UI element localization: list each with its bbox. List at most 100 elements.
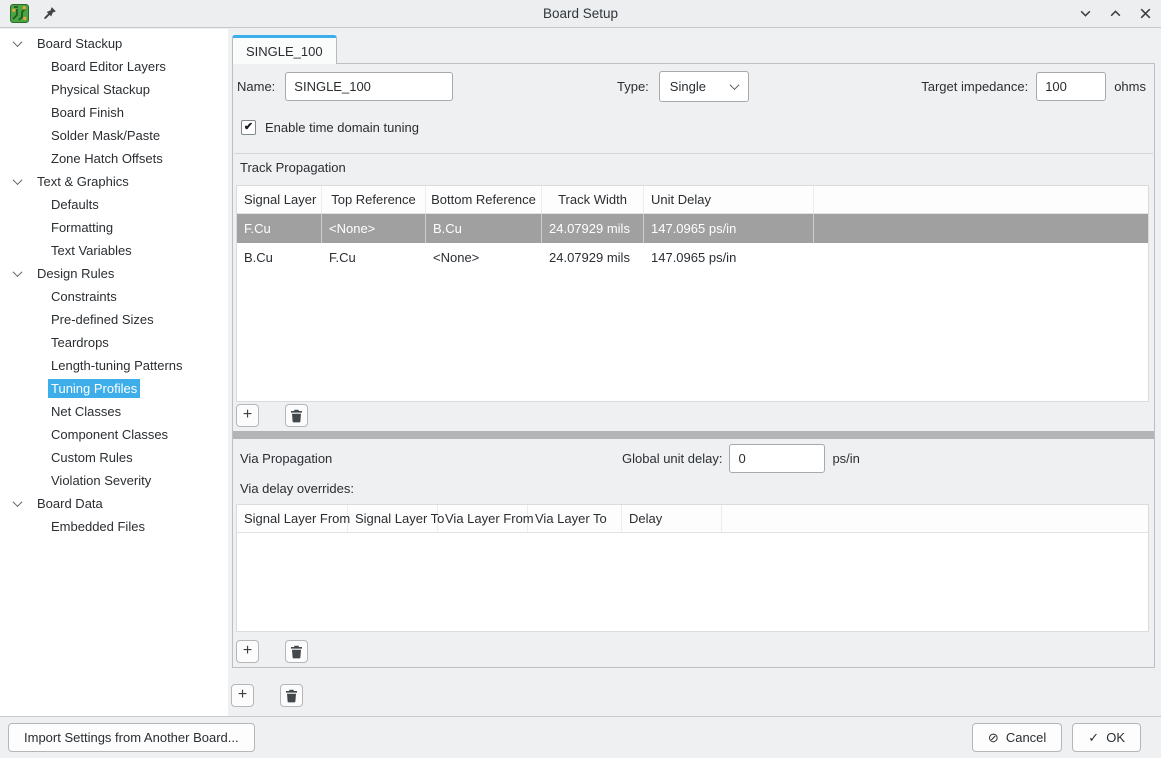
track-table-header: Signal LayerTop ReferenceBottom Referenc… — [237, 186, 1148, 214]
cancel-button[interactable]: ⊘ Cancel — [972, 723, 1062, 752]
sidebar-item-teardrops[interactable]: Teardrops — [0, 331, 228, 354]
tuning-profile-panel: Name: Type: Single Target impedance: ohm… — [232, 63, 1155, 668]
via-overrides-table: Signal Layer FromSignal Layer To Via Laye… — [236, 504, 1149, 632]
sidebar-item-solder-mask-paste[interactable]: Solder Mask/Paste — [0, 124, 228, 147]
column-header: Track Width — [542, 186, 644, 213]
table-cell[interactable]: B.Cu — [237, 243, 322, 272]
window-title: Board Setup — [0, 6, 1161, 21]
column-header: Signal Layer To — [348, 505, 438, 532]
sidebar-item-board-editor-layers[interactable]: Board Editor Layers — [0, 55, 228, 78]
plus-icon: + — [238, 687, 247, 703]
maximize-button[interactable] — [1107, 6, 1123, 22]
trash-icon — [290, 409, 303, 423]
target-impedance-label: Target impedance: — [921, 79, 1028, 94]
table-cell[interactable]: 147.0965 ps/in — [644, 243, 814, 272]
sidebar-item-component-classes[interactable]: Component Classes — [0, 423, 228, 446]
sidebar-item-label: Teardrops — [48, 333, 112, 352]
chevron-down-icon[interactable] — [0, 500, 34, 507]
chevron-down-icon[interactable] — [0, 40, 34, 47]
table-row[interactable]: F.Cu<None>B.Cu24.07929 mils147.0965 ps/i… — [237, 214, 1148, 243]
import-settings-button[interactable]: Import Settings from Another Board... — [8, 723, 255, 752]
column-header: Top Reference — [322, 186, 426, 213]
sidebar-item-label: Custom Rules — [48, 448, 136, 467]
chevron-down-icon[interactable] — [0, 178, 34, 185]
sidebar-item-text-graphics[interactable]: Text & Graphics — [0, 170, 228, 193]
chevron-down-icon — [1079, 7, 1092, 20]
sidebar-item-zone-hatch-offsets[interactable]: Zone Hatch Offsets — [0, 147, 228, 170]
tab-label: SINGLE_100 — [246, 44, 323, 59]
add-profile-button[interactable]: + — [231, 684, 254, 707]
sidebar-item-board-finish[interactable]: Board Finish — [0, 101, 228, 124]
table-cell[interactable]: B.Cu — [426, 214, 542, 243]
sidebar-item-text-variables[interactable]: Text Variables — [0, 239, 228, 262]
name-label: Name: — [237, 79, 275, 94]
sidebar-item-pre-defined-sizes[interactable]: Pre-defined Sizes — [0, 308, 228, 331]
sidebar-item-board-stackup[interactable]: Board Stackup — [0, 32, 228, 55]
name-input[interactable] — [285, 72, 453, 101]
sidebar-item-constraints[interactable]: Constraints — [0, 285, 228, 308]
table-cell[interactable]: F.Cu — [322, 243, 426, 272]
table-cell[interactable]: <None> — [322, 214, 426, 243]
sidebar-item-label: Embedded Files — [48, 517, 148, 536]
global-unit-delay-unit: ps/in — [832, 451, 859, 466]
table-cell[interactable]: 24.07929 mils — [542, 214, 644, 243]
type-select[interactable]: Single — [659, 71, 749, 102]
table-cell[interactable]: 147.0965 ps/in — [644, 214, 814, 243]
sidebar-item-tuning-profiles[interactable]: Tuning Profiles — [0, 377, 228, 400]
sidebar-item-net-classes[interactable]: Net Classes — [0, 400, 228, 423]
sidebar-item-label: Constraints — [48, 287, 120, 306]
column-header: Signal Layer From — [237, 505, 348, 532]
type-label: Type: — [617, 79, 649, 94]
sidebar-item-label: Net Classes — [48, 402, 124, 421]
sidebar-item-label: Board Finish — [48, 103, 127, 122]
sidebar-item-violation-severity[interactable]: Violation Severity — [0, 469, 228, 492]
pin-icon — [42, 6, 57, 21]
table-cell[interactable]: F.Cu — [237, 214, 322, 243]
sidebar-item-embedded-files[interactable]: Embedded Files — [0, 515, 228, 538]
delete-profile-button[interactable] — [280, 684, 303, 707]
sidebar-item-label: Pre-defined Sizes — [48, 310, 157, 329]
pane-splitter[interactable] — [233, 431, 1154, 439]
add-track-row-button[interactable]: + — [236, 404, 259, 427]
sidebar-item-label: Violation Severity — [48, 471, 154, 490]
sidebar-item-label: Board Data — [34, 494, 106, 513]
cancel-label: Cancel — [1006, 730, 1046, 745]
sidebar-item-label: Component Classes — [48, 425, 171, 444]
trash-icon — [285, 689, 298, 703]
section-divider — [234, 153, 1153, 154]
via-table-actions: + — [236, 640, 308, 663]
column-header: Via Layer To — [528, 505, 622, 532]
dialog-footer: Import Settings from Another Board... ⊘ … — [0, 716, 1161, 758]
sidebar-item-board-data[interactable]: Board Data — [0, 492, 228, 515]
delete-via-override-button[interactable] — [285, 640, 308, 663]
sidebar-item-design-rules[interactable]: Design Rules — [0, 262, 228, 285]
tab-single-100[interactable]: SINGLE_100 — [232, 35, 337, 64]
sidebar-item-custom-rules[interactable]: Custom Rules — [0, 446, 228, 469]
global-unit-delay-input[interactable] — [729, 444, 825, 473]
sidebar-item-length-tuning-patterns[interactable]: Length-tuning Patterns — [0, 354, 228, 377]
sidebar-item-physical-stackup[interactable]: Physical Stackup — [0, 78, 228, 101]
check-icon: ✓ — [1088, 731, 1099, 744]
chevron-down-icon[interactable] — [0, 270, 34, 277]
plus-icon: + — [243, 643, 252, 659]
track-table-actions: + — [236, 404, 308, 427]
close-button[interactable] — [1137, 6, 1153, 22]
sidebar-item-formatting[interactable]: Formatting — [0, 216, 228, 239]
delete-track-row-button[interactable] — [285, 404, 308, 427]
table-row[interactable]: B.CuF.Cu<None>24.07929 mils147.0965 ps/i… — [237, 243, 1148, 272]
minimize-button[interactable] — [1077, 6, 1093, 22]
sidebar-item-defaults[interactable]: Defaults — [0, 193, 228, 216]
ok-button[interactable]: ✓ OK — [1072, 723, 1141, 752]
enable-time-domain-checkbox[interactable]: ✔ — [241, 120, 256, 135]
titlebar[interactable]: Board Setup — [0, 0, 1161, 28]
table-cell[interactable]: <None> — [426, 243, 542, 272]
via-delay-overrides-label: Via delay overrides: — [240, 481, 354, 496]
chevron-up-icon — [1109, 7, 1122, 20]
target-impedance-input[interactable] — [1036, 72, 1106, 101]
trash-icon — [290, 645, 303, 659]
table-cell[interactable]: 24.07929 mils — [542, 243, 644, 272]
sidebar-item-label: Solder Mask/Paste — [48, 126, 163, 145]
track-propagation-title: Track Propagation — [240, 160, 346, 175]
kicad-pcb-icon — [10, 4, 30, 24]
add-via-override-button[interactable]: + — [236, 640, 259, 663]
